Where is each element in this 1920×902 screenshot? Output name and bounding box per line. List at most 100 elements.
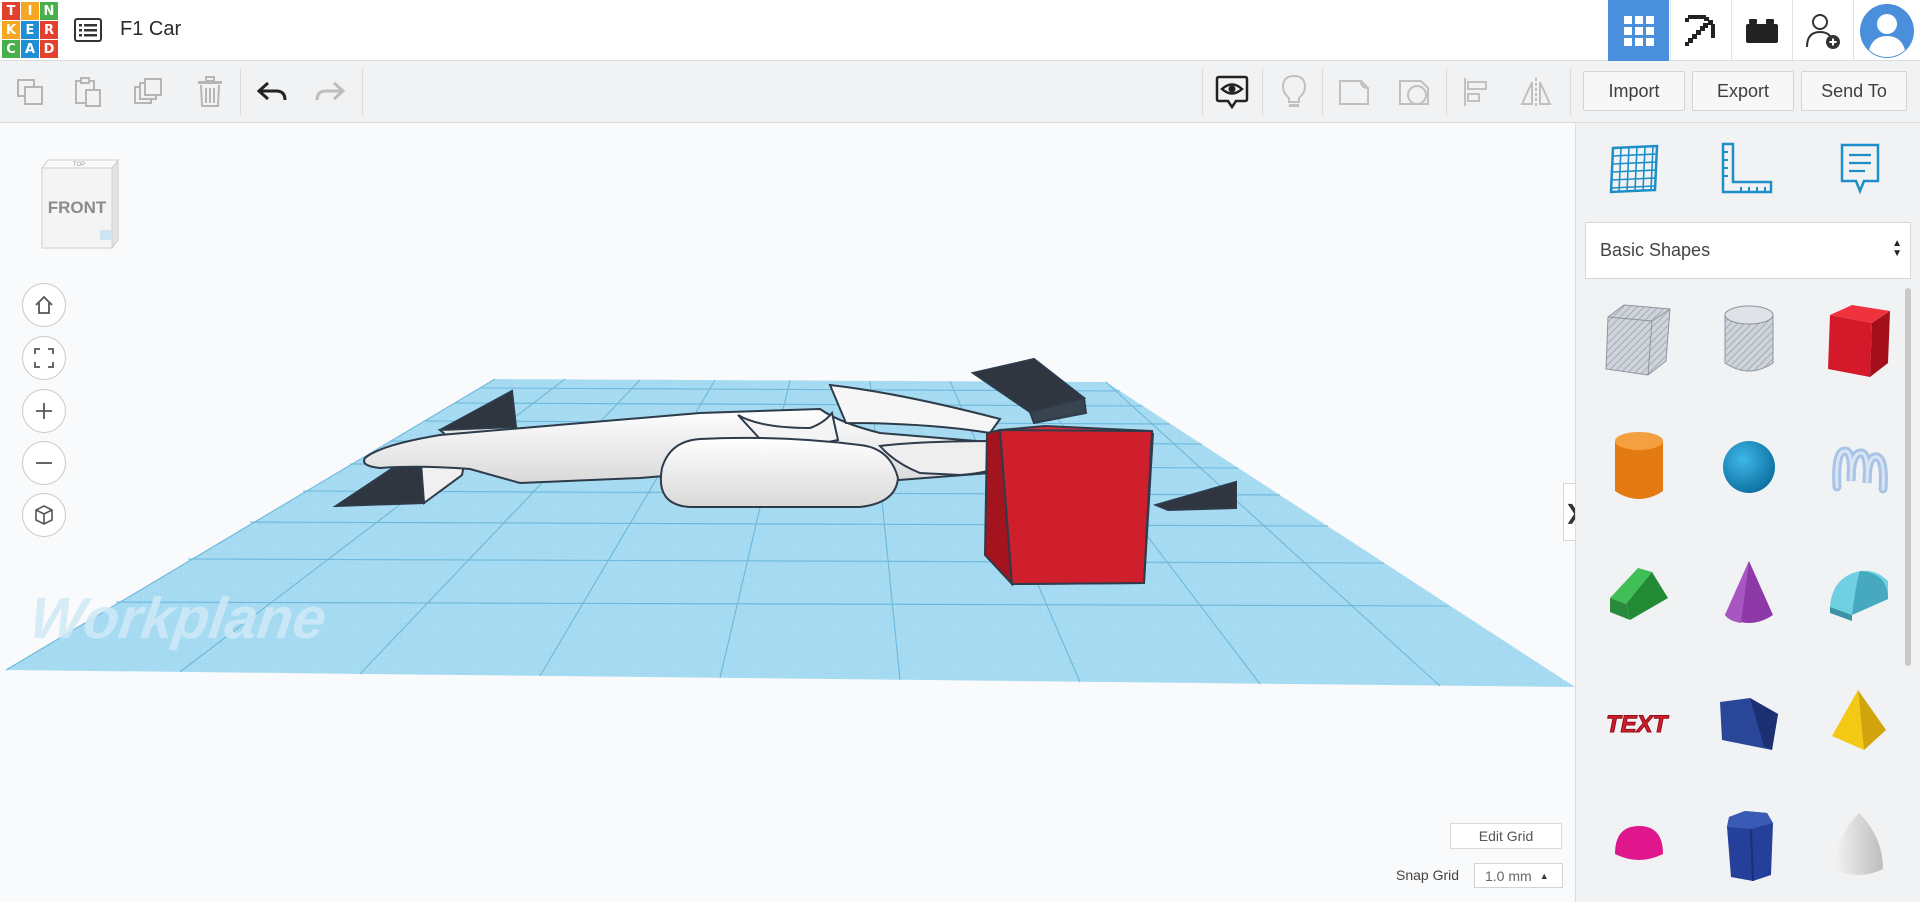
lightbulb-icon <box>1281 74 1307 107</box>
shape-polygon[interactable] <box>1704 795 1794 895</box>
undo-icon <box>256 81 287 101</box>
paste-button[interactable] <box>66 70 110 114</box>
duplicate-button[interactable] <box>126 70 170 114</box>
shape-cylinder[interactable] <box>1594 417 1684 517</box>
align-button[interactable] <box>1454 70 1498 114</box>
cylinder-hole-shape-icon <box>1724 305 1774 372</box>
export-button[interactable]: Export <box>1692 71 1794 111</box>
toolbar-divider <box>362 69 363 115</box>
scribble-shape-icon <box>1832 446 1888 494</box>
invite-user-button[interactable] <box>1792 0 1853 61</box>
shape-cylinder-hole[interactable] <box>1704 289 1794 389</box>
shape-cone[interactable] <box>1704 543 1794 643</box>
toolbar-divider <box>1202 69 1203 115</box>
edit-grid-button[interactable]: Edit Grid <box>1450 823 1562 849</box>
mirror-icon <box>1520 78 1552 106</box>
pyramid-shape-icon <box>1832 690 1886 750</box>
shape-box[interactable] <box>1814 289 1904 389</box>
side-pod[interactable] <box>659 436 900 508</box>
perspective-toggle-button[interactable] <box>22 493 66 537</box>
hole-shape-button[interactable] <box>1392 70 1436 114</box>
notes-tab[interactable] <box>1828 137 1892 201</box>
updown-arrows-icon: ▲ ▼ <box>1892 238 1902 259</box>
workplane-tab[interactable] <box>1602 137 1666 201</box>
mirror-button[interactable] <box>1514 70 1558 114</box>
logo-letter: A <box>21 40 39 58</box>
notes-icon <box>1840 143 1880 195</box>
snap-grid-label: Snap Grid <box>1396 867 1460 883</box>
tinkercad-app: TINKERCAD F1 Car Import Export Send To W… <box>0 0 1920 902</box>
undo-button[interactable] <box>250 70 294 114</box>
view-cube[interactable]: TOP FRONT <box>34 158 124 253</box>
minecraft-view-button[interactable] <box>1670 0 1731 61</box>
snap-grid-select[interactable]: 1.0 mm ▲ <box>1474 863 1563 888</box>
shape-half-sphere[interactable] <box>1594 795 1684 895</box>
logo-letter: E <box>21 21 39 39</box>
zoom-out-button[interactable] <box>22 441 66 485</box>
shape-paraboloid[interactable] <box>1814 795 1904 895</box>
ruler-tab[interactable] <box>1715 137 1779 201</box>
logo-letter: I <box>21 2 39 20</box>
shape-scribble[interactable] <box>1814 417 1904 517</box>
toolbar-divider <box>1446 69 1447 115</box>
notes-visibility-icon <box>1215 75 1249 110</box>
half-sphere-shape-icon <box>1615 826 1663 860</box>
box-shape-icon <box>1828 305 1890 377</box>
edit-toolbar: Import Export Send To <box>0 61 1920 123</box>
redo-button[interactable] <box>308 70 352 114</box>
shapes-category-value: Basic Shapes <box>1600 240 1711 260</box>
snap-grid-value: 1.0 mm <box>1485 867 1532 884</box>
workplane-scene[interactable]: Workplane <box>0 123 1575 902</box>
bricks-view-button[interactable] <box>1731 0 1792 61</box>
minus-icon <box>36 462 52 464</box>
design-list-button[interactable] <box>72 14 104 46</box>
caret-up-icon: ▲ <box>1539 870 1549 881</box>
shape-box-hole[interactable] <box>1594 289 1684 389</box>
plus-icon <box>36 403 52 419</box>
fit-view-icon <box>34 348 54 368</box>
wedge-shape-icon <box>1720 698 1778 750</box>
add-user-icon <box>1806 13 1840 49</box>
import-button[interactable]: Import <box>1583 71 1685 111</box>
user-avatar-button[interactable] <box>1853 0 1920 61</box>
zoom-in-button[interactable] <box>22 389 66 433</box>
toolbar-divider <box>1322 69 1323 115</box>
sphere-shape-icon <box>1723 441 1775 493</box>
design-title[interactable]: F1 Car <box>120 18 181 41</box>
shapes-scrollbar[interactable] <box>1905 288 1911 666</box>
send-to-button[interactable]: Send To <box>1801 71 1907 111</box>
home-view-button[interactable] <box>22 283 66 327</box>
shape-pyramid[interactable] <box>1814 671 1904 771</box>
logo-letter: R <box>40 21 58 39</box>
shape-solid-icon <box>1339 80 1369 105</box>
delete-button[interactable] <box>188 70 232 114</box>
cube-icon <box>35 505 53 525</box>
paraboloid-shape-icon <box>1835 813 1883 875</box>
solid-shape-button[interactable] <box>1332 70 1376 114</box>
copy-button[interactable] <box>8 70 52 114</box>
shape-text[interactable]: TEXT <box>1594 671 1684 771</box>
red-box-face[interactable] <box>998 428 1154 586</box>
notes-visibility-button[interactable] <box>1210 70 1254 114</box>
tinkercad-logo[interactable]: TIN KER CAD <box>2 2 58 58</box>
polygon-shape-icon <box>1727 811 1773 882</box>
3d-design-view-button[interactable] <box>1608 0 1669 61</box>
fit-view-button[interactable] <box>22 336 66 380</box>
shapes-category-select[interactable]: Basic Shapes ▲ ▼ <box>1585 222 1911 279</box>
shape-wedge[interactable] <box>1704 671 1794 771</box>
toolbar-divider <box>1262 69 1263 115</box>
shape-sphere[interactable] <box>1704 417 1794 517</box>
logo-letter: K <box>2 21 20 39</box>
cone-shape-icon <box>1725 561 1773 623</box>
text-shape-icon: TEXT <box>1606 711 1671 739</box>
align-icon <box>1464 78 1487 106</box>
bricks-icon <box>1746 18 1778 43</box>
lightbulb-button[interactable] <box>1272 70 1316 114</box>
shape-roof[interactable] <box>1594 543 1684 643</box>
3d-viewport[interactable]: Workplane TOP FRONT Edit Grid Snap Grid … <box>0 123 1575 902</box>
pickaxe-icon <box>1685 14 1715 46</box>
workplane-grid-icon <box>1609 144 1659 194</box>
workplane-label: Workplane <box>26 586 330 651</box>
shape-round-roof[interactable] <box>1814 543 1904 643</box>
viewcube-top-label: TOP <box>73 162 85 168</box>
